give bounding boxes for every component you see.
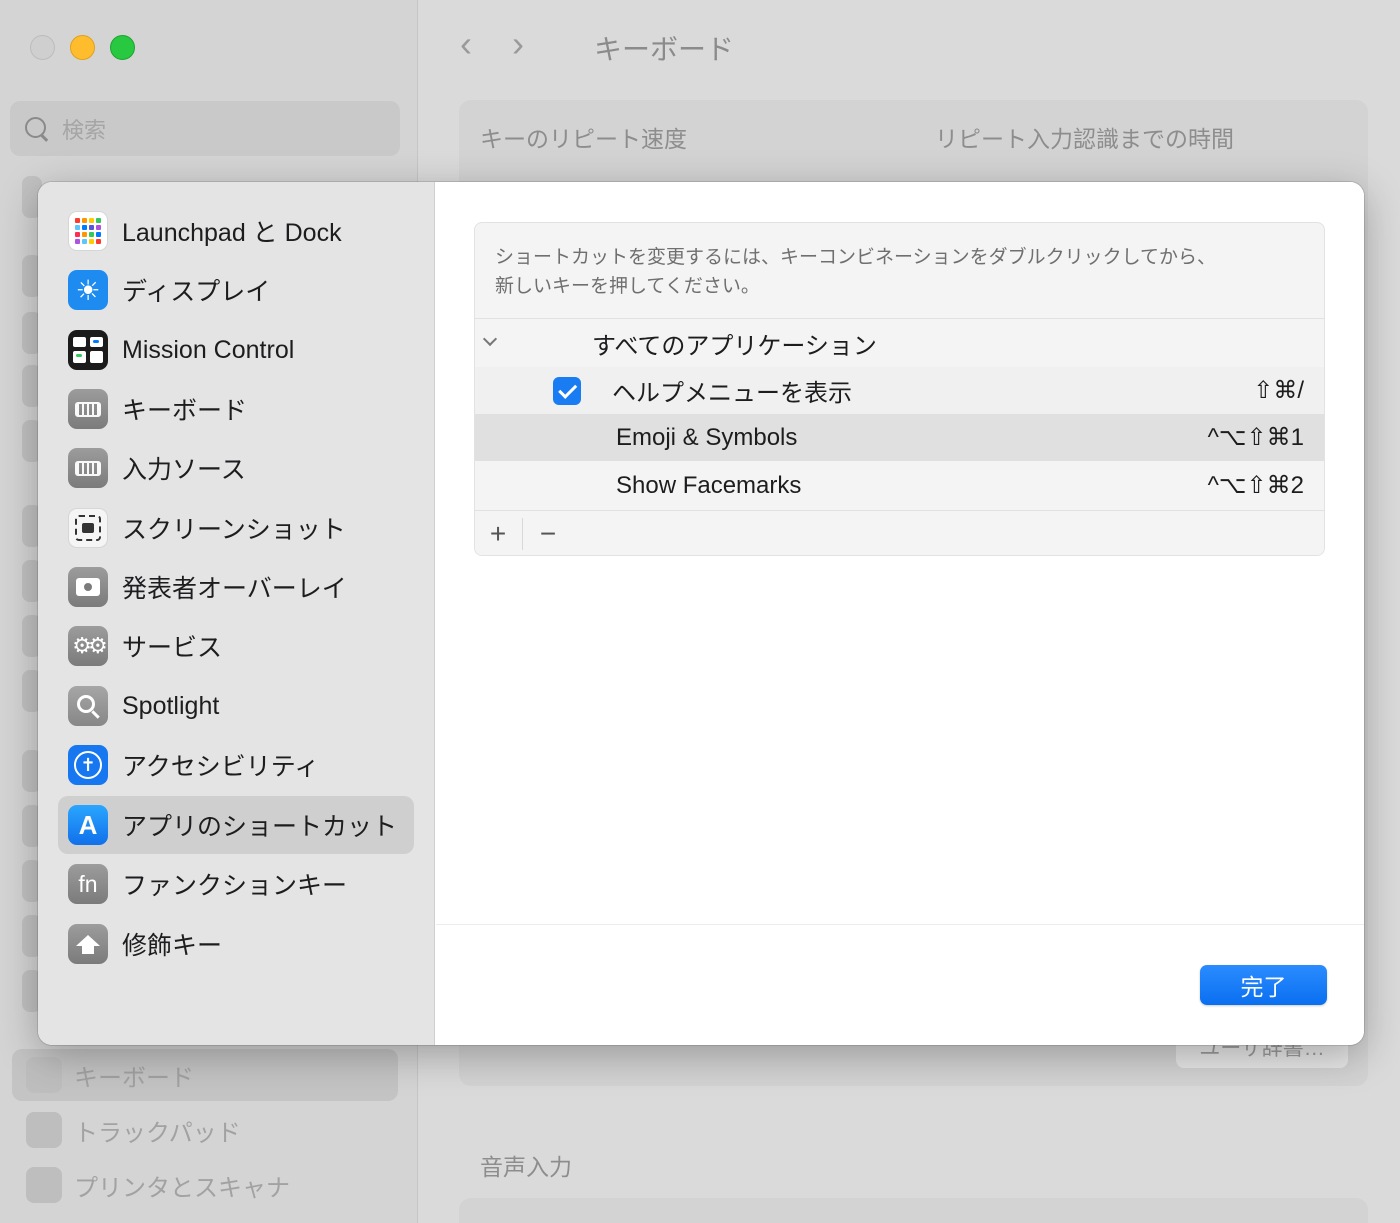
sidebar-item-trackpad[interactable]: トラックパッド: [12, 1104, 398, 1156]
modifier-keys-icon: [68, 924, 108, 964]
list-toolbar: + −: [475, 510, 1324, 555]
sidebar-item-spotlight[interactable]: Spotlight: [58, 677, 414, 735]
sidebar-item-label: プリンタとスキャナ: [74, 1174, 290, 1202]
shortcut-row[interactable]: Emoji & Symbols ^⌥⇧⌘1: [475, 414, 1324, 461]
shortcut-keys[interactable]: ^⌥⇧⌘2: [1208, 471, 1304, 500]
back-chevron-icon[interactable]: ‹: [460, 26, 472, 62]
sidebar-item-screenshots[interactable]: スクリーンショット: [58, 499, 414, 557]
sidebar-item-label: 発表者オーバーレイ: [122, 575, 347, 603]
sidebar-item-keyboard[interactable]: キーボード: [58, 380, 414, 438]
sidebar-item-label: Spotlight: [122, 691, 220, 720]
sidebar-item-services[interactable]: ⚙⚙ サービス: [58, 617, 414, 675]
shortcut-row[interactable]: Show Facemarks ^⌥⇧⌘2: [475, 462, 1324, 509]
sidebar-item-label: 入力ソース: [122, 456, 246, 484]
minimize-window-button[interactable]: [70, 35, 95, 60]
divider: [436, 924, 1364, 925]
sidebar-item-app-shortcuts[interactable]: A アプリのショートカット: [58, 796, 414, 854]
sidebar-item-label: スクリーンショット: [122, 516, 346, 544]
sidebar-item-presenter-overlay[interactable]: 発表者オーバーレイ: [58, 558, 414, 616]
sidebar-item-displays[interactable]: ☀ ディスプレイ: [58, 261, 414, 319]
search-placeholder: 検索: [62, 117, 107, 143]
sidebar-item-label: トラックパッド: [74, 1119, 241, 1147]
group-row-all-applications[interactable]: すべてのアプリケーション: [475, 320, 1324, 367]
sidebar-item-label: アクセシビリティ: [122, 753, 320, 781]
sidebar-item-input-sources[interactable]: 入力ソース: [58, 439, 414, 497]
sidebar-item-accessibility[interactable]: ✝ アクセシビリティ: [58, 736, 414, 794]
done-button[interactable]: 完了: [1200, 965, 1327, 1005]
sidebar-item-label: ファンクションキー: [122, 872, 348, 900]
keyboard-icon: [68, 389, 108, 429]
sidebar-item-modifier-keys[interactable]: 修飾キー: [58, 915, 414, 973]
sidebar-item-label: キーボード: [122, 397, 248, 425]
services-gears-icon: ⚙⚙: [68, 626, 108, 666]
shortcut-label: Emoji & Symbols: [616, 423, 798, 451]
launchpad-icon: [68, 211, 108, 251]
search-field[interactable]: 検索: [10, 101, 400, 156]
sidebar-item-label: Mission Control: [122, 335, 295, 364]
mission-control-icon: [68, 330, 108, 370]
page-title: キーボード: [594, 34, 735, 65]
sidebar-item-label: 修飾キー: [122, 932, 223, 960]
sidebar-item-label: サービス: [122, 634, 223, 662]
sidebar-item-label: Launchpad と Dock: [122, 219, 342, 247]
voice-input-heading: 音声入力: [480, 1154, 572, 1180]
shortcuts-list: ショートカットを変更するには、キーコンビネーションをダブルクリックしてから、 新…: [474, 222, 1325, 556]
sidebar-item-launchpad-dock[interactable]: Launchpad と Dock: [58, 202, 414, 260]
sidebar-item-mission-control[interactable]: Mission Control: [58, 321, 414, 379]
forward-chevron-icon[interactable]: ›: [512, 26, 524, 62]
input-sources-icon: [68, 448, 108, 488]
shortcuts-content: ショートカットを変更するには、キーコンビネーションをダブルクリックしてから、 新…: [436, 182, 1364, 1045]
sidebar-item-printers[interactable]: プリンタとスキャナ: [12, 1159, 398, 1211]
shortcut-row[interactable]: ヘルプメニューを表示 ⇧⌘/: [475, 367, 1324, 414]
divider: [475, 318, 1324, 319]
zoom-window-button[interactable]: [110, 35, 135, 60]
keyboard-shortcuts-sheet: Launchpad と Dock ☀ ディスプレイ Mission Contro…: [38, 182, 1364, 1045]
presenter-overlay-icon: [68, 567, 108, 607]
fn-key-icon: fn: [68, 864, 108, 904]
trackpad-icon: [26, 1112, 62, 1148]
printer-icon: [26, 1167, 62, 1203]
navigation-buttons: ‹ ›: [460, 26, 524, 62]
shortcut-keys[interactable]: ^⌥⇧⌘1: [1208, 423, 1304, 452]
sidebar-item-keyboard[interactable]: キーボード: [12, 1049, 398, 1101]
sidebar-item-function-keys[interactable]: fn ファンクションキー: [58, 855, 414, 913]
shortcut-enabled-checkbox[interactable]: [553, 377, 581, 405]
keyboard-icon: [26, 1057, 62, 1093]
accessibility-icon: ✝: [68, 745, 108, 785]
screenshot-icon: [68, 508, 108, 548]
repeat-speed-label: キーのリピート速度: [480, 126, 687, 152]
sidebar-item-label: ディスプレイ: [122, 278, 271, 306]
spotlight-icon: [68, 686, 108, 726]
remove-shortcut-button[interactable]: −: [531, 517, 565, 551]
shortcut-label: ヘルプメニューを表示: [612, 380, 852, 407]
repeat-delay-label: リピート入力認識までの時間: [935, 126, 1234, 152]
sidebar-item-label: キーボード: [74, 1064, 194, 1092]
shortcut-keys[interactable]: ⇧⌘/: [1253, 376, 1304, 405]
shortcut-label: Show Facemarks: [616, 471, 802, 499]
close-window-button[interactable]: [30, 35, 55, 60]
divider: [522, 518, 523, 550]
instruction-text: ショートカットを変更するには、キーコンビネーションをダブルクリックしてから、 新…: [495, 247, 1217, 297]
add-shortcut-button[interactable]: +: [481, 517, 515, 551]
sidebar-item-label: アプリのショートカット: [122, 813, 398, 841]
chevron-down-icon[interactable]: [483, 334, 497, 348]
display-icon: ☀: [68, 270, 108, 310]
search-icon: [24, 116, 50, 142]
shortcuts-sidebar: Launchpad と Dock ☀ ディスプレイ Mission Contro…: [38, 182, 435, 1045]
group-label: すべてのアプリケーション: [592, 333, 877, 360]
voice-input-panel: [459, 1198, 1368, 1223]
app-shortcuts-icon: A: [68, 805, 108, 845]
